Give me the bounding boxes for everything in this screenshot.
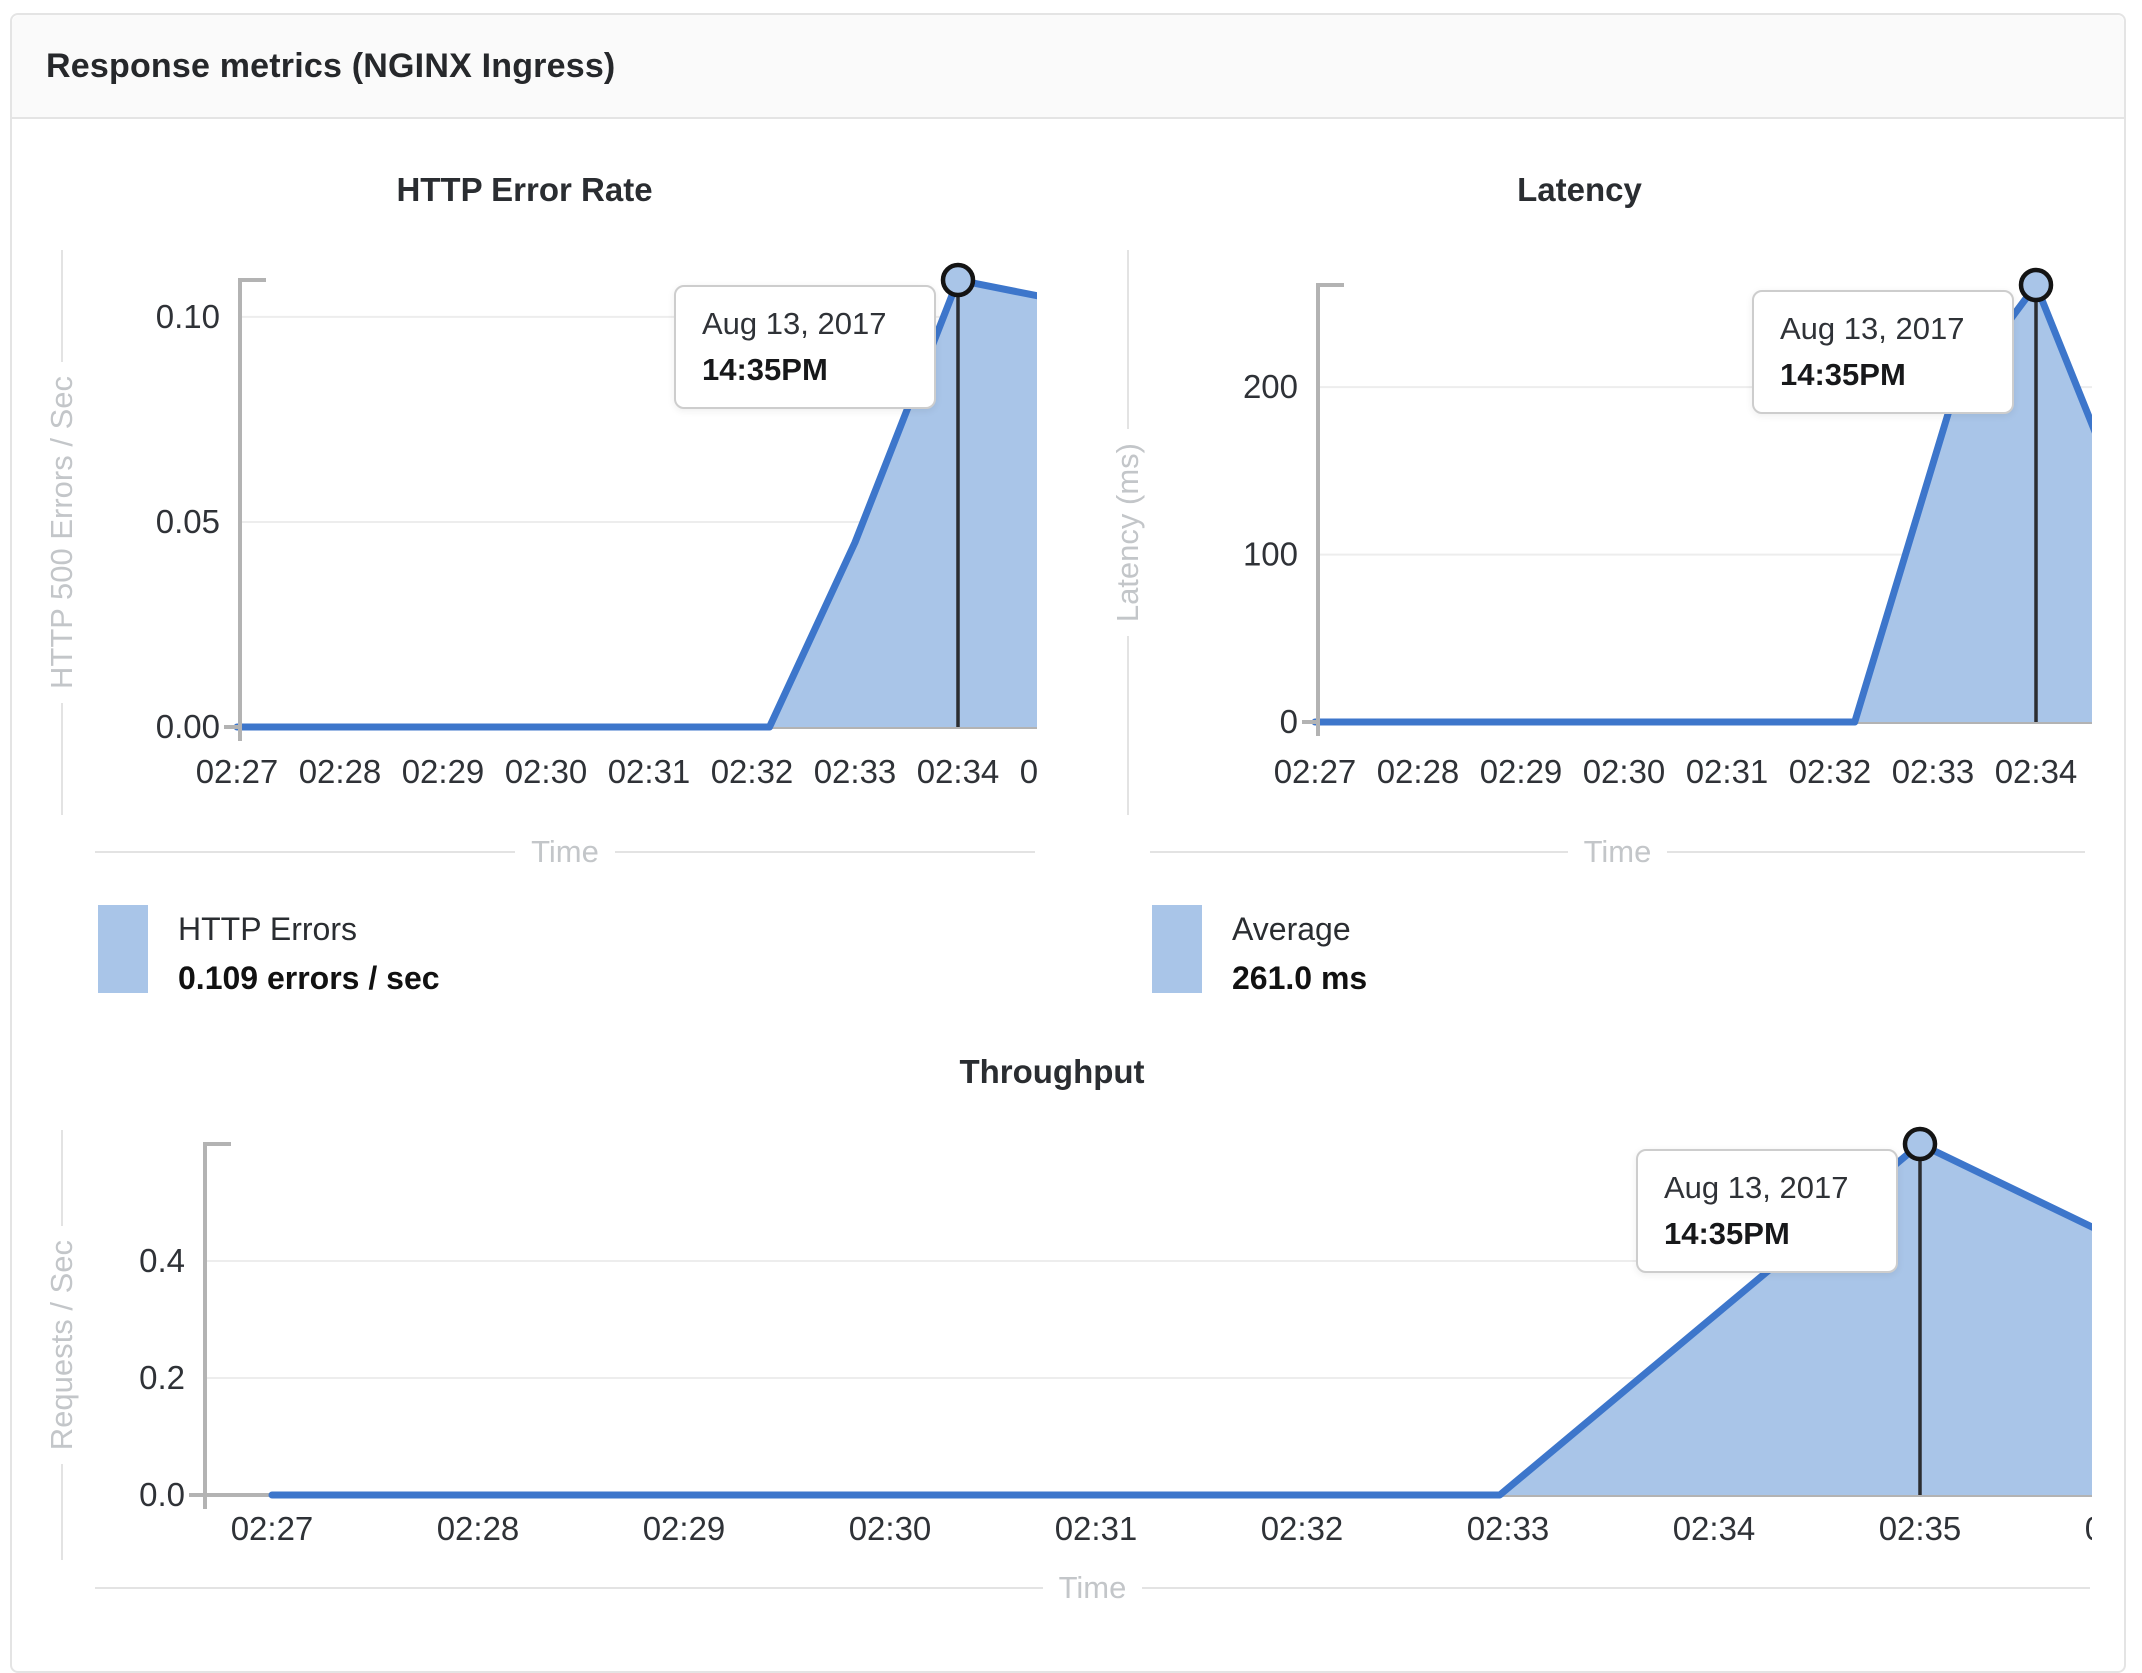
svg-text:0.05: 0.05 — [156, 503, 220, 540]
svg-text:02:29: 02:29 — [1480, 753, 1563, 790]
svg-text:02:30: 02:30 — [849, 1510, 932, 1547]
metrics-dashboard: { "panel": { "title": "Response metrics … — [0, 0, 2142, 1673]
chart-title-throughput: Throughput — [959, 1053, 1145, 1090]
svg-text:02:29: 02:29 — [402, 753, 485, 790]
svg-text:02:28: 02:28 — [299, 753, 382, 790]
svg-text:0.2: 0.2 — [139, 1359, 185, 1396]
legend-swatch — [98, 905, 148, 993]
legend-average-latency: Average 261.0 ms — [1152, 905, 1367, 1003]
tooltip-throughput: Aug 13, 2017 14:35PM — [1636, 1149, 1898, 1273]
legend-swatch — [1152, 905, 1202, 993]
svg-text:02:27: 02:27 — [1274, 753, 1357, 790]
tooltip-latency: Aug 13, 2017 14:35PM — [1752, 290, 2014, 414]
svg-text:02:35: 02:35 — [2098, 753, 2142, 790]
tooltip-date: Aug 13, 2017 — [1780, 311, 1965, 346]
svg-text:02:34: 02:34 — [917, 753, 1000, 790]
svg-text:02:34: 02:34 — [1673, 1510, 1756, 1547]
svg-text:02:29: 02:29 — [643, 1510, 726, 1547]
svg-text:02:33: 02:33 — [1892, 753, 1975, 790]
svg-text:02:31: 02:31 — [1055, 1510, 1138, 1547]
tooltip-date: Aug 13, 2017 — [702, 306, 887, 341]
legend-http-errors: HTTP Errors 0.109 errors / sec — [98, 905, 440, 1003]
svg-text:02:28: 02:28 — [1377, 753, 1460, 790]
tooltip-time: 14:35PM — [1780, 357, 1906, 392]
svg-text:02:30: 02:30 — [505, 753, 588, 790]
svg-text:02:27: 02:27 — [231, 1510, 314, 1547]
svg-text:0.10: 0.10 — [156, 298, 220, 335]
svg-text:0.00: 0.00 — [156, 708, 220, 745]
tooltip-time: 14:35PM — [702, 352, 828, 387]
svg-text:02:32: 02:32 — [1261, 1510, 1344, 1547]
svg-text:02:36: 02:36 — [2085, 1510, 2142, 1547]
svg-text:02:33: 02:33 — [814, 753, 897, 790]
svg-text:02:31: 02:31 — [608, 753, 691, 790]
svg-text:100: 100 — [1243, 536, 1298, 573]
chart-title-http-error-rate: HTTP Error Rate — [396, 171, 653, 208]
svg-text:02:31: 02:31 — [1686, 753, 1769, 790]
svg-text:02:27: 02:27 — [196, 753, 279, 790]
legend-label: Average — [1232, 911, 1351, 947]
tooltip-time: 14:35PM — [1664, 1216, 1790, 1251]
svg-text:02:34: 02:34 — [1995, 753, 2078, 790]
svg-text:02:32: 02:32 — [1789, 753, 1872, 790]
svg-text:200: 200 — [1243, 368, 1298, 405]
svg-text:02:33: 02:33 — [1467, 1510, 1550, 1547]
legend-value: 261.0 ms — [1232, 960, 1368, 996]
svg-text:02:35: 02:35 — [1020, 753, 1103, 790]
tooltip-date: Aug 13, 2017 — [1664, 1170, 1849, 1205]
svg-text:0: 0 — [1280, 703, 1298, 740]
legend-label: HTTP Errors — [178, 911, 357, 947]
legend-value: 0.109 errors / sec — [178, 960, 440, 996]
svg-text:0.0: 0.0 — [139, 1476, 185, 1513]
tooltip-error-rate: Aug 13, 2017 14:35PM — [674, 285, 936, 409]
chart-title-latency: Latency — [1517, 171, 1642, 208]
svg-text:02:28: 02:28 — [437, 1510, 520, 1547]
svg-text:02:35: 02:35 — [1879, 1510, 1962, 1547]
svg-text:02:30: 02:30 — [1583, 753, 1666, 790]
svg-text:0.4: 0.4 — [139, 1242, 185, 1279]
svg-text:02:32: 02:32 — [711, 753, 794, 790]
